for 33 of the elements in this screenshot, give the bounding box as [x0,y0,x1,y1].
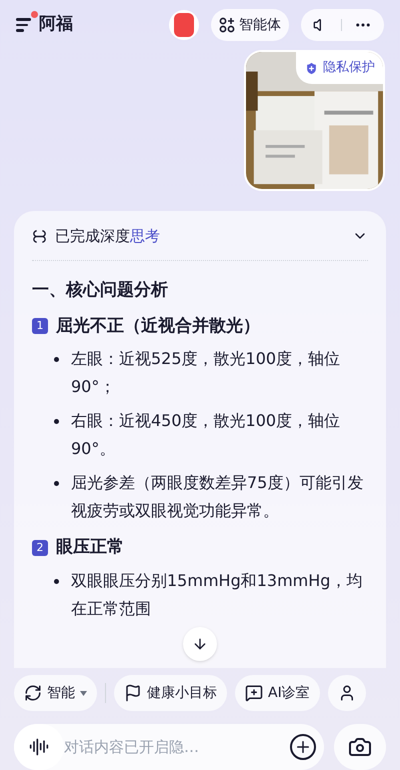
bullet-text: 屈光参差（两眼度数差异75度）可能引发视疲劳或双眼视觉功能异常。 [71,472,364,522]
menu-button[interactable] [16,18,31,32]
shortcut-chip[interactable]: 健康小目标 [114,675,227,711]
chat-plus-icon [245,684,263,702]
input-field[interactable]: 对话内容已开启隐… [14,724,324,770]
circles-icon [219,17,235,33]
bullet-text: 双眼眼压分别15mmHg和13mmHg，均在正常范围 [71,570,364,620]
agent-button[interactable]: 智能体 [211,9,289,41]
subheading: 眼压正常 [56,536,124,559]
number-badge: 1 [32,318,48,334]
scroll-down-button[interactable] [183,626,217,660]
flag-icon [124,684,142,702]
knot-icon [32,228,47,244]
voice-icon[interactable] [29,737,49,757]
shortcut-chip[interactable]: AI诊室 [235,675,320,711]
privacy-label: 隐私保护 [323,59,375,78]
shortcut-chip[interactable] [328,675,366,711]
app-title: 阿福 [39,13,73,36]
number-badge: 2 [32,540,48,556]
text-input[interactable]: 对话内容已开启隐… [64,736,290,758]
section-heading: 一、核心问题分析 [32,279,169,302]
add-icon[interactable] [290,734,316,760]
camera-icon [348,735,372,759]
subheading: 屈光不正（近视合并散光） [56,314,260,338]
thinking-toggle[interactable]: 已完成深度思考 [32,223,368,249]
photo-card[interactable]: 隐私保护 [244,50,385,191]
camera-button[interactable] [334,724,386,770]
bullet-text: 右眼：近视450度，散光100度，轴位90°。 [71,410,342,460]
dropdown-caret-icon [80,690,87,696]
bullet-text: 左眼：近视525度，散光100度，轴位90°； [71,348,342,398]
refresh-icon [24,684,42,702]
shield-icon [304,60,319,76]
mode-selector[interactable]: 智能 [14,675,97,711]
